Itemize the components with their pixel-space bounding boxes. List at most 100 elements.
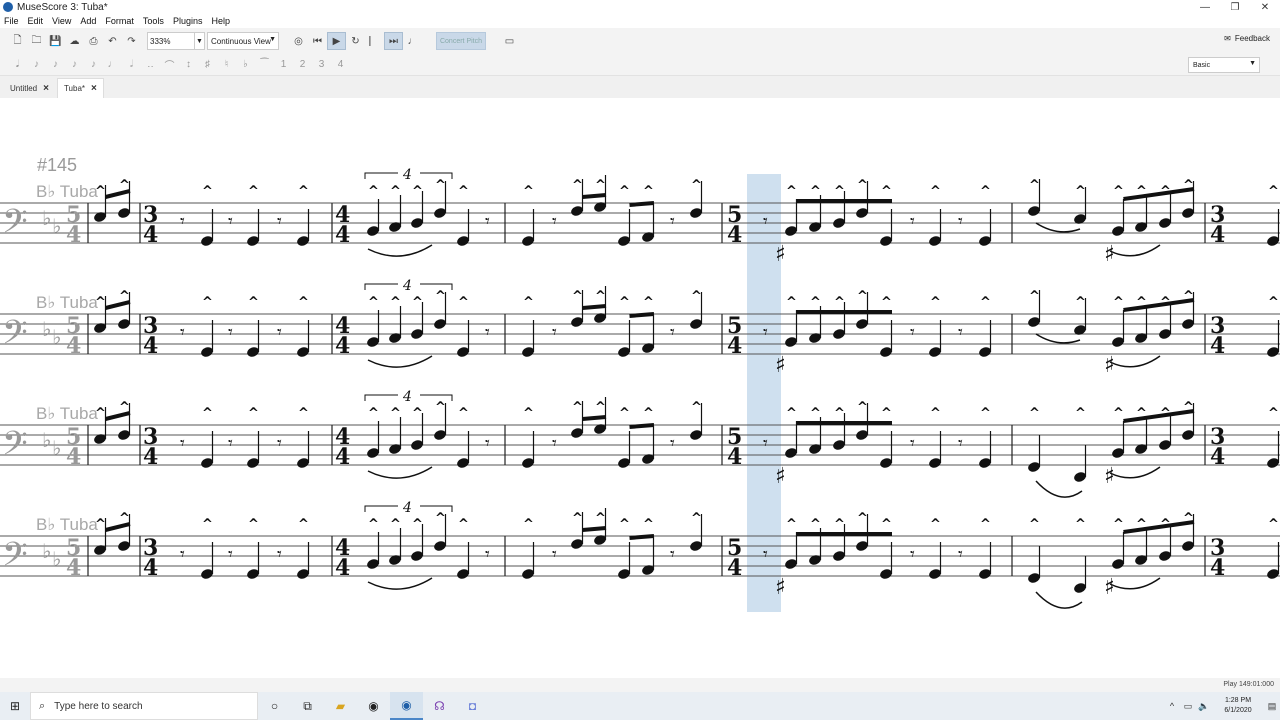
clock[interactable]: 1:28 PM 6/1/2020 <box>1212 696 1264 716</box>
accent-mark: ^ <box>810 517 821 532</box>
status-bar: Play 149:01:000 <box>0 678 1280 692</box>
flip-icon[interactable]: ↕ <box>179 56 198 74</box>
sharp-icon[interactable]: ♯ <box>198 56 217 74</box>
beam <box>105 411 131 421</box>
accent-mark: ^ <box>691 178 702 193</box>
flat-icon[interactable]: ♭ <box>236 56 255 74</box>
thirty-second-note-icon[interactable]: ♪ <box>46 56 65 74</box>
voice-2-icon[interactable]: 2 <box>293 56 312 74</box>
voice-4-icon[interactable]: 4 <box>331 56 350 74</box>
system-tray: ^ ▭ 🔈 1:28 PM 6/1/2020 ▤ <box>1164 692 1280 720</box>
play-icon[interactable]: ▶ <box>327 32 346 50</box>
maximize-button[interactable]: ❐ <box>1220 0 1250 14</box>
eighth-rest: 𝄾 <box>670 544 675 565</box>
new-score-icon[interactable]: 🗋 <box>8 32 27 50</box>
time-signature-bottom: 4 <box>66 444 81 470</box>
tab-label: Tuba* <box>63 84 86 93</box>
save-icon[interactable]: 💾 <box>46 32 65 50</box>
beam <box>105 189 131 199</box>
sharp-accidental: ♯ <box>1104 353 1115 378</box>
feedback-button[interactable]: ✉ Feedback <box>1224 34 1270 43</box>
eighth-rest: 𝄾 <box>180 433 185 454</box>
close-button[interactable]: ✕ <box>1250 0 1280 14</box>
quarter-note-icon[interactable]: ♩ <box>103 56 122 74</box>
menu-file[interactable]: File <box>4 16 19 26</box>
image-capture-icon[interactable]: ▭ <box>500 32 519 50</box>
time-signature-bottom: 4 <box>727 555 742 581</box>
undo-icon[interactable]: ↶ <box>103 32 122 50</box>
tie-icon[interactable]: ⌒ <box>160 56 179 74</box>
score-canvas[interactable]: #145 B♭ Tuba 𝄢 ♭ ♭ 5 4 3 4 4 4 5 4 3 4 ^ ^ ^ ^ ^ ^ ^ ^ ^ ^ ^ ^ ^ ^ ^ ^… <box>0 98 1280 678</box>
accent-mark: ^ <box>786 184 797 199</box>
network-icon[interactable]: ▭ <box>1180 701 1196 712</box>
menu-view[interactable]: View <box>52 16 71 26</box>
close-icon[interactable]: × <box>91 83 97 94</box>
time-signature-bottom: 4 <box>1210 444 1225 470</box>
menu-tools[interactable]: Tools <box>143 16 164 26</box>
musescore-taskbar-icon[interactable]: ◉ <box>390 692 423 720</box>
beam <box>1123 520 1195 534</box>
accent-mark: ^ <box>572 511 583 526</box>
minimize-button[interactable]: — <box>1190 0 1220 14</box>
sixty-fourth-note-icon[interactable]: ♪ <box>27 56 46 74</box>
menu-add[interactable]: Add <box>80 16 96 26</box>
beam <box>1123 409 1195 423</box>
eighth-rest: 𝄾 <box>180 544 185 565</box>
menu-plugins[interactable]: Plugins <box>173 16 203 26</box>
chevron-up-icon[interactable]: ^ <box>1164 701 1180 711</box>
accent-mark: ^ <box>572 400 583 415</box>
tab-untitled[interactable]: Untitled × <box>4 78 55 98</box>
discord-icon[interactable]: ◘ <box>456 692 489 720</box>
rewind-icon[interactable]: ⏮ <box>308 32 327 50</box>
taskbar-search[interactable]: ⌕ Type here to search <box>30 692 258 720</box>
slur <box>1109 466 1161 479</box>
half-note-icon[interactable]: 𝅗𝅥 <box>122 56 141 74</box>
print-icon[interactable]: ⎙ <box>84 32 103 50</box>
staff-label: B♭ Tuba <box>36 515 98 534</box>
voice-1-icon[interactable]: 1 <box>274 56 293 74</box>
menu-format[interactable]: Format <box>105 16 134 26</box>
score-notation[interactable]: #145B♭ Tuba𝄢 ♭ ♭ 5434445434^ ^ ^ ^ ^ ^ ^ ^ ^ ^ ^ ^ ^ ^ ^ ^… <box>0 98 1280 678</box>
windows-start-icon[interactable]: ⊞ <box>0 692 30 720</box>
accent-mark: ^ <box>572 289 583 304</box>
accent-mark: ^ <box>834 517 845 532</box>
accent-mark: ^ <box>810 184 821 199</box>
menu-edit[interactable]: Edit <box>28 16 44 26</box>
play-repeats-icon[interactable]: ⏭ <box>384 32 403 50</box>
menu-help[interactable]: Help <box>211 16 230 26</box>
eighth-rest: 𝄾 <box>228 211 233 232</box>
task-view-icon[interactable]: ⧉ <box>291 692 324 720</box>
view-mode-select[interactable]: Continuous View ▼ <box>207 32 279 50</box>
loop-in-icon[interactable]: ⎸ <box>365 32 384 50</box>
file-explorer-icon[interactable]: ▰ <box>324 692 357 720</box>
upload-icon[interactable]: ☁ <box>65 32 84 50</box>
sixteenth-note-icon[interactable]: ♪ <box>65 56 84 74</box>
zoom-input[interactable]: 333% ▼ <box>147 32 205 50</box>
voice-3-icon[interactable]: 3 <box>312 56 331 74</box>
natural-icon[interactable]: ♮ <box>217 56 236 74</box>
slur-icon[interactable]: ⁀ <box>255 56 274 74</box>
dot-icon[interactable]: ‥ <box>141 56 160 74</box>
tab-tuba[interactable]: Tuba* × <box>56 78 104 98</box>
midi-input-icon[interactable]: ◎ <box>289 32 308 50</box>
flat-accidental: ♭ <box>52 325 61 349</box>
cortana-icon[interactable]: ○ <box>258 692 291 720</box>
open-icon[interactable]: 🗀 <box>27 32 46 50</box>
close-icon[interactable]: × <box>43 83 49 94</box>
obs-icon[interactable]: ◉ <box>357 692 390 720</box>
metronome-icon[interactable]: ♩ <box>403 32 422 50</box>
time-signature-bottom: 4 <box>143 222 158 248</box>
concert-pitch-button[interactable]: Concert Pitch <box>436 32 486 50</box>
redo-icon[interactable]: ↷ <box>122 32 141 50</box>
note-input-mode-icon[interactable]: 𝅘𝅥 <box>8 56 27 74</box>
accent-mark: ^ <box>786 517 797 532</box>
loop-icon[interactable]: ↻ <box>346 32 365 50</box>
accent-mark: ^ <box>523 406 534 421</box>
headphones-app-icon[interactable]: ☊ <box>423 692 456 720</box>
speaker-icon[interactable]: 🔈 <box>1196 701 1212 712</box>
workspace-select[interactable]: Basic ▼ <box>1188 57 1260 73</box>
eighth-note-icon[interactable]: ♪ <box>84 56 103 74</box>
chevron-down-icon[interactable]: ▼ <box>194 33 204 49</box>
musescore-app-icon <box>3 2 13 12</box>
notifications-icon[interactable]: ▤ <box>1264 701 1280 712</box>
